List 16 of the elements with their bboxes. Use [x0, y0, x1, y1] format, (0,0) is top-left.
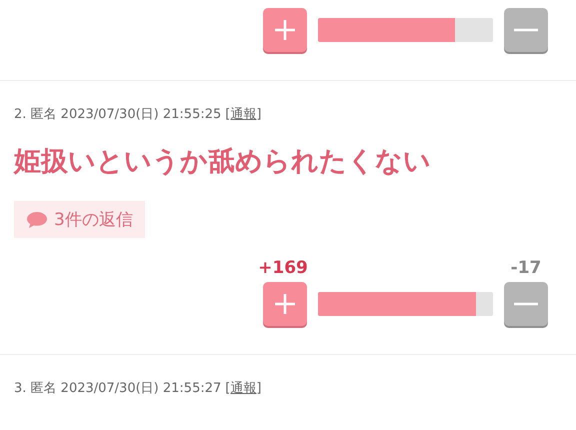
- report-link[interactable]: [通報]: [225, 105, 262, 123]
- report-link[interactable]: [通報]: [225, 379, 262, 397]
- minus-button[interactable]: [504, 282, 548, 326]
- minus-count: -17: [510, 258, 542, 278]
- plus-button[interactable]: [263, 8, 307, 52]
- minus-icon: [514, 28, 538, 32]
- post-meta: 3. 匿名 2023/07/30(日) 21:55:27: [14, 380, 222, 397]
- plus-count: +169: [258, 258, 308, 278]
- minus-button[interactable]: [504, 8, 548, 52]
- plus-button[interactable]: [263, 282, 307, 326]
- speech-bubble-icon: [26, 210, 48, 228]
- post-meta: 2. 匿名 2023/07/30(日) 21:55:25: [14, 106, 222, 123]
- minus-icon: [514, 302, 538, 306]
- plus-icon: [274, 19, 296, 41]
- plus-icon: [274, 293, 296, 315]
- post-title: 姫扱いというか舐められたくない: [14, 145, 432, 179]
